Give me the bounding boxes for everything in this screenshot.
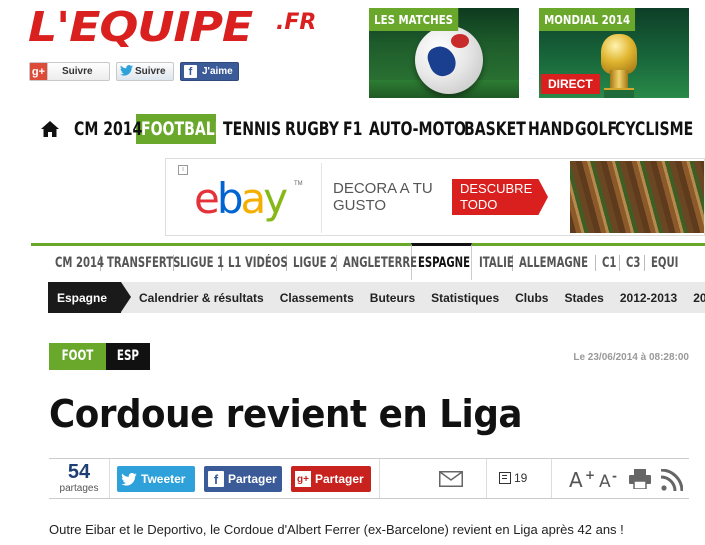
subnav-season-next[interactable]: 20 (693, 291, 705, 305)
subnav-calendrier[interactable]: Calendrier & résultats (139, 291, 264, 305)
section-tab-cm2014[interactable]: CM 2014 (48, 246, 104, 280)
share-counter: 54 partages (57, 461, 101, 495)
facebook-icon: f (204, 466, 228, 492)
google-plus-follow-button[interactable]: g+ Suivre (29, 62, 110, 81)
logo-suffix: .FR (276, 10, 317, 35)
email-icon[interactable] (439, 471, 463, 487)
sub-nav: Espagne Calendrier & résultats Classemen… (48, 282, 705, 313)
divider (109, 459, 110, 498)
promo-mondial-2014[interactable]: MONDIAL 2014 DIRECT (539, 8, 689, 98)
section-tab-transferts[interactable]: TRANSFERTS (101, 246, 180, 280)
facebook-share-label: Partager (228, 472, 277, 486)
article-tags: FOOT ESP (49, 343, 150, 370)
logo-text: L'EQUIPE (28, 3, 253, 51)
google-follow-label: Suivre (62, 66, 93, 77)
tag-foot[interactable]: FOOT (49, 343, 106, 370)
section-tab-espagne[interactable]: ESPAGNE (411, 243, 472, 280)
google-share-label: Partager (315, 472, 364, 486)
site-logo[interactable]: L'EQUIPE .FR (28, 2, 316, 52)
nav-golf[interactable]: GOLF (575, 114, 617, 144)
tag-esp[interactable]: ESP (105, 343, 150, 370)
twitter-bird-icon (120, 64, 133, 79)
divider (551, 459, 552, 498)
tweet-button[interactable]: Tweeter (117, 466, 195, 492)
nav-basket[interactable]: BASKET (464, 114, 528, 144)
nav-cm2014[interactable]: CM 2014 (74, 114, 142, 144)
section-tab-equipe[interactable]: EQUI (645, 246, 681, 280)
share-bar: 54 partages Tweeter f Partager g+ Partag… (49, 458, 689, 499)
subnav-stades[interactable]: Stades (564, 291, 603, 305)
nav-rugby[interactable]: RUGBY (285, 114, 343, 144)
twitter-follow-button[interactable]: Suivre (116, 62, 174, 81)
article-date: Le 23/06/2014 à 08:28:00 (573, 352, 689, 363)
rss-icon[interactable] (661, 469, 683, 491)
section-nav: CM 2014 TRANSFERTS LIGUE 1 L1 VIDÉOS LIG… (48, 243, 681, 280)
twitter-follow-label: Suivre (135, 66, 166, 77)
section-tab-c1[interactable]: C1 (596, 246, 619, 280)
nav-tennis[interactable]: TENNIS (223, 114, 285, 144)
section-tab-ligue2[interactable]: LIGUE 2 (287, 246, 337, 280)
promo-les-matches[interactable]: LES MATCHES (369, 8, 519, 98)
section-tab-italie[interactable]: ITALIE (472, 246, 514, 280)
google-plus-icon: g+ (291, 466, 315, 492)
section-tab-l1-videos[interactable]: L1 VIDÉOS (222, 246, 288, 280)
tweet-label: Tweeter (141, 472, 186, 486)
subnav-espagne[interactable]: Espagne (48, 282, 132, 313)
ad-info-icon[interactable]: i (178, 165, 188, 175)
promo-matches-label: LES MATCHES (369, 8, 459, 31)
trademark-mark: TM (294, 181, 303, 187)
section-tab-angleterre[interactable]: ANGLETERRE (337, 246, 417, 280)
svg-text:A: A (569, 469, 583, 489)
google-plus-share-button[interactable]: g+ Partager (291, 466, 371, 492)
divider (486, 459, 487, 498)
share-count-label: partages (59, 483, 99, 494)
direct-badge[interactable]: DIRECT (541, 74, 600, 94)
nav-hand[interactable]: HAND (528, 114, 575, 144)
nav-cyclisme[interactable]: CYCLISME (615, 114, 693, 144)
google-plus-icon: g+ (30, 63, 48, 80)
subnav-clubs[interactable]: Clubs (515, 291, 548, 305)
main-nav: CM 2014 FOOTBALL TENNIS RUGBY F1 AUTO-MO… (40, 114, 693, 144)
decrease-font-icon[interactable]: A - (599, 471, 621, 489)
social-follow-bar: g+ Suivre Suivre f J'aime (29, 62, 239, 81)
ad-banner[interactable]: i ebay TM DECORA A TU GUSTO DESCUBRE TOD… (165, 158, 705, 236)
ebay-logo: ebay (194, 174, 288, 223)
facebook-like-label: J'aime (202, 66, 233, 77)
article-title: Cordoue revient en Liga (49, 392, 523, 436)
section-tab-c3[interactable]: C3 (620, 246, 644, 280)
facebook-like-button[interactable]: f J'aime (180, 62, 239, 81)
share-count: 54 (67, 461, 91, 483)
ad-divider (321, 163, 322, 233)
nav-football[interactable]: FOOTBALL (136, 114, 224, 144)
subnav-classements[interactable]: Classements (280, 291, 354, 305)
world-cup-trophy-image (595, 34, 643, 98)
twitter-bird-icon (117, 466, 141, 492)
print-icon[interactable] (629, 469, 651, 489)
subnav-season-2012-2013[interactable]: 2012-2013 (620, 291, 677, 305)
subnav-statistiques[interactable]: Statistiques (431, 291, 499, 305)
increase-font-icon[interactable]: A + (569, 469, 595, 489)
facebook-share-button[interactable]: f Partager (204, 466, 282, 492)
svg-text:A: A (599, 472, 611, 489)
facebook-icon: f (184, 65, 197, 78)
promo-mondial-label: MONDIAL 2014 (539, 8, 636, 31)
nav-f1[interactable]: F1 (343, 114, 369, 144)
ad-product-image (570, 161, 704, 233)
article-lead: Outre Eibar et le Deportivo, le Cordoue … (49, 522, 624, 537)
comments-link[interactable]: 19 (499, 471, 527, 485)
svg-text:-: - (612, 471, 617, 483)
comments-count: 19 (514, 471, 528, 485)
ad-slogan: DECORA A TU GUSTO (333, 180, 433, 214)
home-icon[interactable] (40, 119, 60, 139)
section-tab-allemagne[interactable]: ALLEMAGNE (513, 246, 595, 280)
comment-icon (499, 472, 511, 484)
subnav-buteurs[interactable]: Buteurs (370, 291, 415, 305)
divider (379, 459, 380, 498)
svg-text:+: + (585, 469, 595, 482)
section-tab-ligue1[interactable]: LIGUE 1 (174, 246, 224, 280)
nav-auto-moto[interactable]: AUTO-MOTO (369, 114, 466, 144)
ad-cta-button[interactable]: DESCUBRE TODO (452, 179, 548, 215)
football-image (415, 26, 483, 94)
